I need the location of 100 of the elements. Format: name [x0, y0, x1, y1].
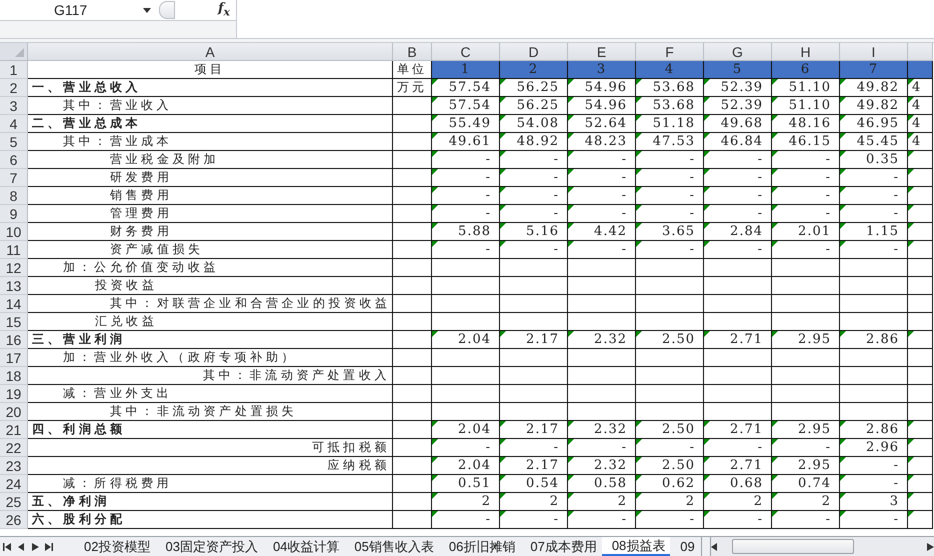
left-arrow-icon[interactable]: [710, 542, 718, 550]
value-text: 2.04: [458, 422, 491, 437]
row-header[interactable]: 8: [0, 187, 28, 205]
left-arrow-icon[interactable]: [18, 542, 24, 550]
row-label: 其中：营业收入: [63, 97, 172, 114]
row-header[interactable]: 17: [0, 349, 28, 367]
row-header[interactable]: 21: [0, 421, 28, 439]
value-text: 49.61: [448, 134, 491, 149]
table-cell: [840, 385, 908, 403]
column-header[interactable]: C: [432, 43, 500, 61]
value-text: -: [486, 188, 491, 203]
row-header[interactable]: 18: [0, 367, 28, 385]
value-text: 54.08: [516, 116, 559, 131]
column-header[interactable]: E: [568, 43, 636, 61]
row-header[interactable]: 16: [0, 331, 28, 349]
row-header[interactable]: 4: [0, 115, 28, 133]
value-text: 2: [822, 494, 831, 509]
sheet-tab[interactable]: 08损益表: [602, 537, 672, 556]
value-text: -: [690, 188, 695, 203]
value-text: -: [690, 170, 695, 185]
table-cell: [568, 277, 636, 295]
row-header[interactable]: 6: [0, 151, 28, 169]
column-header[interactable]: G: [704, 43, 772, 61]
value-text: 3: [596, 62, 606, 77]
row-header[interactable]: 14: [0, 295, 28, 313]
value-text: 2.50: [662, 422, 695, 437]
row-label: 管理费用: [110, 205, 172, 222]
column-header[interactable]: I: [840, 43, 908, 61]
value-text: 0.35: [866, 152, 899, 167]
value-text: -: [758, 170, 763, 185]
sheet-tab[interactable]: 09: [670, 537, 702, 556]
right-arrow-icon[interactable]: [32, 542, 38, 550]
row-header[interactable]: 5: [0, 133, 28, 151]
row-header[interactable]: 3: [0, 97, 28, 115]
value-text: 0.51: [458, 476, 491, 491]
value-text: 2.32: [594, 332, 627, 347]
value-text: 47.53: [652, 134, 695, 149]
value-text: -: [486, 242, 491, 257]
table-cell: [568, 385, 636, 403]
horizontal-scrollbar[interactable]: [710, 537, 934, 556]
value-text: 0.68: [730, 476, 763, 491]
value-text: 56.25: [516, 80, 559, 95]
table-cell: [636, 295, 704, 313]
row-label: 汇兑收益: [95, 313, 158, 330]
value-text: 0.58: [594, 476, 627, 491]
row-header[interactable]: 22: [0, 439, 28, 457]
row-header[interactable]: 23: [0, 457, 28, 475]
row-header[interactable]: 25: [0, 493, 28, 511]
value-text: -: [622, 242, 627, 257]
table-cell: [908, 367, 933, 385]
row-header[interactable]: 2: [0, 79, 28, 97]
table-cell: [500, 277, 568, 295]
row-label: 营业税金及附加: [110, 151, 220, 168]
value-text: -: [758, 512, 763, 527]
column-header[interactable]: D: [500, 43, 568, 61]
value-text: 4: [912, 134, 922, 149]
table-cell: [908, 295, 933, 313]
value-text: -: [690, 440, 695, 455]
last-arrow-icon[interactable]: [45, 542, 53, 550]
unit-label: 万元: [397, 79, 427, 96]
row-header[interactable]: 10: [0, 223, 28, 241]
row-header[interactable]: 15: [0, 313, 28, 331]
scrollbar-thumb[interactable]: [732, 539, 854, 554]
value-text: 2.50: [662, 332, 695, 347]
row-header[interactable]: 12: [0, 259, 28, 277]
value-text: 49.68: [720, 116, 763, 131]
row-header[interactable]: 19: [0, 385, 28, 403]
row-header[interactable]: 9: [0, 205, 28, 223]
value-text: 5: [732, 62, 742, 77]
row-label: 五、净利润: [32, 493, 110, 510]
row-header[interactable]: 13: [0, 277, 28, 295]
row-header[interactable]: 1: [0, 61, 28, 79]
value-text: 4: [912, 116, 922, 131]
value-text: 2.71: [730, 332, 763, 347]
value-text: -: [826, 206, 831, 221]
row-header[interactable]: 24: [0, 475, 28, 493]
value-text: -: [554, 206, 559, 221]
value-text: 2.95: [798, 422, 831, 437]
row-label: 三、营业利润: [32, 331, 126, 348]
row-header[interactable]: 26: [0, 511, 28, 529]
row-header[interactable]: 7: [0, 169, 28, 187]
column-header[interactable]: F: [636, 43, 704, 61]
right-arrow-icon[interactable]: [927, 542, 934, 550]
value-text: -: [894, 476, 899, 491]
value-text: 49.82: [856, 98, 899, 113]
value-text: -: [894, 458, 899, 473]
value-text: 2.17: [526, 458, 559, 473]
insert-function-button[interactable]: f$_{x}$: [218, 1, 230, 19]
first-arrow-icon[interactable]: [3, 542, 11, 550]
value-text: 2.84: [730, 224, 763, 239]
column-header[interactable]: H: [772, 43, 840, 61]
row-header[interactable]: 11: [0, 241, 28, 259]
dropdown-caret-icon[interactable]: [143, 8, 151, 12]
value-text: 51.18: [652, 116, 695, 131]
resize-handle[interactable]: [159, 1, 175, 19]
column-header[interactable]: B: [393, 43, 432, 61]
column-header[interactable]: A: [28, 43, 393, 61]
value-text: -: [554, 188, 559, 203]
row-label: 其中：营业成本: [63, 133, 172, 150]
row-header[interactable]: 20: [0, 403, 28, 421]
